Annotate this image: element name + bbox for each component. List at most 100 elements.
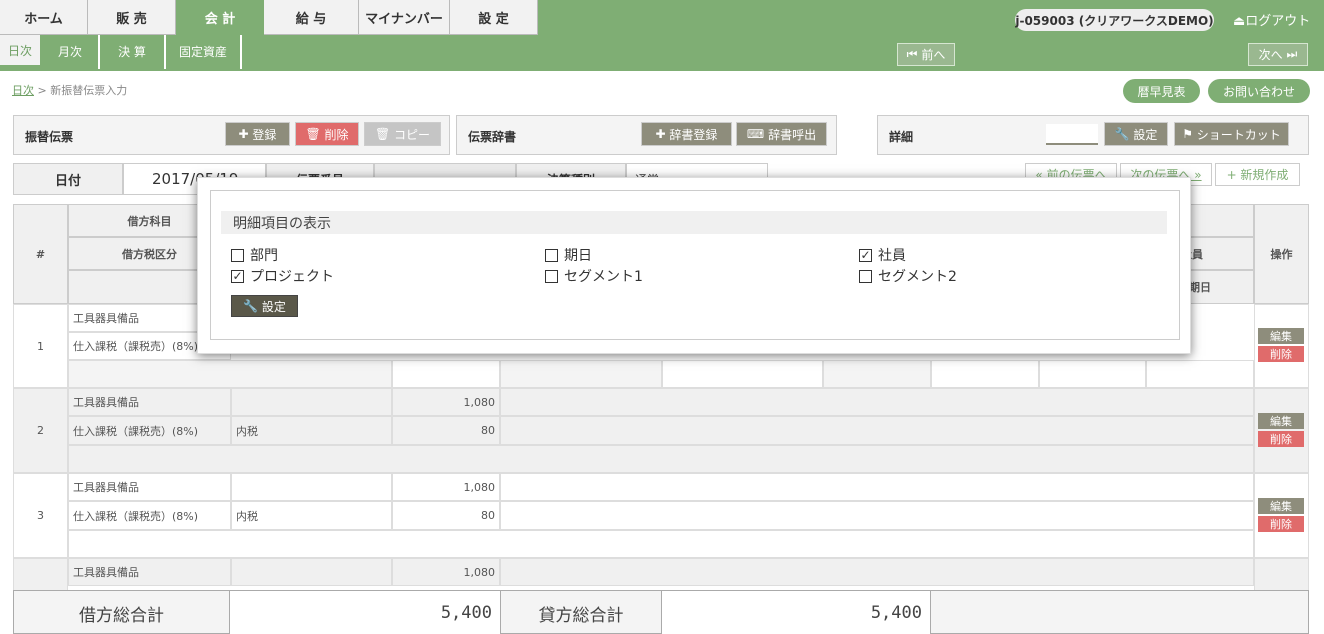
option-department[interactable]: 部門 (231, 245, 278, 265)
checkbox-segment2[interactable] (859, 269, 872, 283)
delete-row-button[interactable]: 削除 (1258, 346, 1304, 362)
tab-accounting[interactable]: 会 計 (176, 0, 264, 35)
subnav-fixed-assets[interactable]: 固定資産 (166, 35, 240, 68)
empty-cell (392, 360, 500, 388)
debit-tax-cell[interactable]: 仕入課税（課税売）(8%) (68, 416, 231, 445)
delete-row-button[interactable]: 削除 (1258, 431, 1304, 447)
eject-icon: ⏏ (1233, 14, 1246, 29)
voucher-title: 振替伝票 (25, 130, 74, 144)
copy-button[interactable]: 🗑 コピー (364, 122, 441, 146)
trash-icon: 🗑 (305, 127, 321, 141)
totals-bar: 借方総合計 5,400 貸方総合計 5,400 (13, 590, 1309, 634)
tab-settings[interactable]: 設 定 (450, 0, 538, 35)
register-button[interactable]: ✚ 登録 (225, 122, 290, 146)
top-nav: ホーム 販 売 会 計 給 与 マイナンバー 設 定 j-059003 (クリア… (0, 0, 1324, 35)
calendar-button[interactable]: 暦早見表 (1123, 79, 1200, 103)
debit-account-cell[interactable]: 工具器具備品 (68, 388, 231, 416)
checkbox-employee[interactable]: ✓ (859, 248, 872, 262)
col-header-no: # (13, 204, 68, 304)
amount-cell[interactable]: 1,080 (392, 473, 500, 501)
edit-row-button[interactable]: 編集 (1258, 328, 1304, 344)
modal-title: 明細項目の表示 (221, 211, 1167, 234)
detail-items-modal: 明細項目の表示 部門 期日 ✓ 社員 ✓ プロジェクト セグメント1 セグメント2 … (197, 177, 1191, 354)
option-employee[interactable]: ✓ 社員 (859, 245, 906, 265)
subnav-monthly[interactable]: 月次 (42, 35, 98, 68)
empty-cell (231, 473, 392, 501)
dict-register-button[interactable]: ✚ 辞書登録 (641, 122, 732, 146)
row-number: 1 (13, 304, 68, 388)
debit-tax-cell[interactable]: 仕入課税（課税売）(8%) (68, 501, 231, 530)
empty-cell (662, 360, 823, 388)
shortcut-button[interactable]: ⚑ ショートカット (1174, 122, 1289, 146)
detail-select[interactable] (1046, 124, 1098, 145)
empty-cell (1039, 360, 1146, 388)
debit-account-cell[interactable]: 工具器具備品 (68, 558, 231, 586)
next-period-button[interactable]: 次へ ⏭ (1248, 43, 1308, 66)
wrench-icon: 🔧 (243, 299, 259, 313)
option-segment1[interactable]: セグメント1 (545, 266, 643, 286)
breadcrumb-daily-link[interactable]: 日次 (12, 84, 34, 97)
row-number: 3 (13, 473, 68, 558)
tab-sales[interactable]: 販 売 (88, 0, 176, 35)
detail-settings-button[interactable]: 🔧 設定 (1104, 122, 1168, 146)
skip-back-icon: ⏮ (906, 47, 918, 61)
dictionary-panel: 伝票辞書 ✚ 辞書登録 ⌨ 辞書呼出 (456, 115, 837, 155)
tax-type-cell[interactable]: 内税 (231, 501, 392, 530)
sub-nav: 日次 月次 決 算 固定資産 ⏮ 前へ 第9期(当期)：2017年01月01日 … (0, 35, 1324, 93)
dict-call-button[interactable]: ⌨ 辞書呼出 (736, 122, 827, 146)
keyboard-icon: ⌨ (746, 127, 765, 141)
logout-link[interactable]: ⏏ログアウト (1233, 10, 1310, 29)
checkbox-project[interactable]: ✓ (231, 269, 244, 283)
tax-type-cell[interactable]: 内税 (231, 416, 392, 445)
edit-row-button[interactable]: 編集 (1258, 498, 1304, 514)
option-segment2[interactable]: セグメント2 (859, 266, 957, 286)
empty-cell (931, 360, 1039, 388)
tax-amount-cell[interactable]: 80 (392, 416, 500, 445)
checkbox-due-date[interactable] (545, 248, 558, 262)
checkbox-department[interactable] (231, 248, 244, 262)
edit-row-button[interactable]: 編集 (1258, 413, 1304, 429)
credit-total-label: 貸方総合計 (501, 591, 662, 634)
credit-total-value: 5,400 (662, 591, 931, 634)
checkbox-segment1[interactable] (545, 269, 558, 283)
tax-amount-cell[interactable]: 80 (392, 501, 500, 530)
logout-label: ログアウト (1245, 14, 1311, 29)
subnav-closing[interactable]: 決 算 (100, 35, 164, 68)
option-project[interactable]: ✓ プロジェクト (231, 266, 334, 286)
amount-cell[interactable]: 1,080 (392, 388, 500, 416)
debit-account-cell[interactable]: 工具器具備品 (68, 473, 231, 501)
debit-total-value: 5,400 (230, 591, 501, 634)
row-number: 2 (13, 388, 68, 473)
tab-mynumber[interactable]: マイナンバー (359, 0, 450, 35)
user-badge: j-059003 (クリアワークスDEMO) (1015, 9, 1214, 31)
col-header-ops: 操作 (1254, 204, 1309, 304)
empty-cell (500, 388, 1254, 416)
wrench-icon: 🔧 (1114, 127, 1130, 141)
modal-set-button[interactable]: 🔧 設定 (231, 295, 298, 317)
empty-cell (500, 416, 1254, 445)
empty-cell (500, 473, 1254, 501)
skip-forward-icon: ⏭ (1286, 47, 1298, 61)
breadcrumb: 日次 > 新振替伝票入力 (12, 84, 128, 97)
empty-cell (231, 558, 392, 586)
tab-home[interactable]: ホーム (0, 0, 88, 35)
prev-period-button[interactable]: ⏮ 前へ (897, 43, 955, 66)
contact-button[interactable]: お問い合わせ (1208, 79, 1310, 103)
option-due-date[interactable]: 期日 (545, 245, 592, 265)
dictionary-title: 伝票辞書 (468, 130, 517, 144)
empty-cell (500, 360, 662, 388)
new-voucher-button[interactable]: + 新規作成 (1215, 163, 1300, 186)
empty-cell (1146, 360, 1254, 388)
subnav-daily[interactable]: 日次 (0, 35, 40, 68)
tab-payroll[interactable]: 給 与 (264, 0, 359, 35)
date-label: 日付 (13, 163, 123, 195)
modal-body: 明細項目の表示 部門 期日 ✓ 社員 ✓ プロジェクト セグメント1 セグメント2 … (210, 190, 1180, 340)
amount-cell[interactable]: 1,080 (392, 558, 500, 586)
delete-row-button[interactable]: 削除 (1258, 516, 1304, 532)
delete-button[interactable]: 🗑 削除 (295, 122, 359, 146)
detail-title: 詳細 (889, 130, 914, 144)
empty-cell (68, 530, 1254, 558)
empty-cell (68, 360, 392, 388)
breadcrumb-current: 新振替伝票入力 (50, 84, 128, 97)
flag-icon: ⚑ (1182, 127, 1193, 141)
